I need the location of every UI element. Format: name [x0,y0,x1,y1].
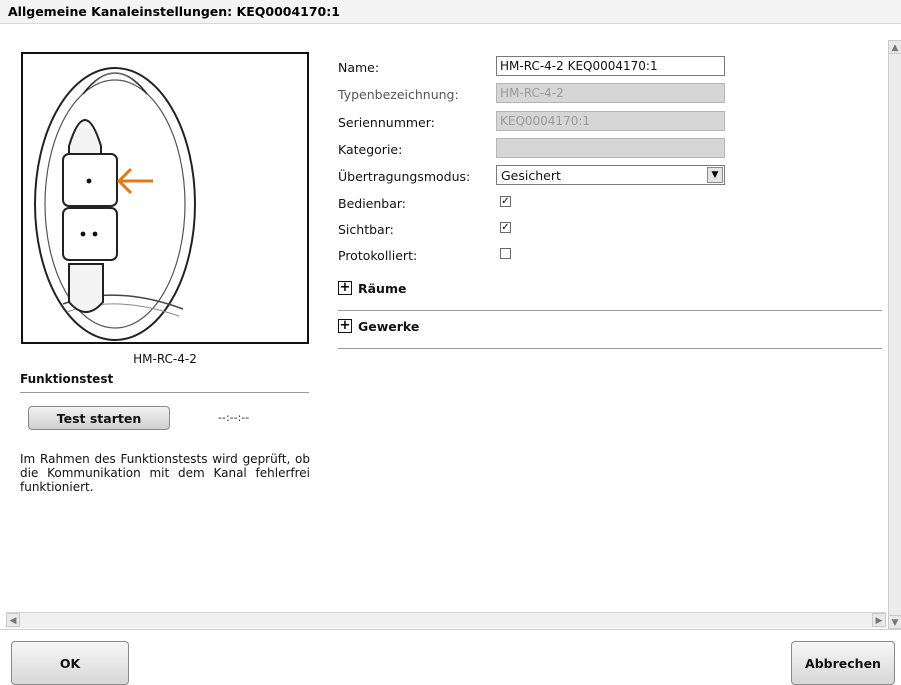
ok-button[interactable]: OK [11,641,129,685]
dialog-titlebar: Allgemeine Kanaleinstellungen: KEQ000417… [0,0,901,24]
visible-label: Sichtbar: [338,222,394,237]
name-input[interactable] [496,56,725,76]
dialog-footer: OK Abbrechen [0,629,901,685]
divider [20,392,309,393]
scroll-down-icon[interactable]: ▼ [888,615,901,629]
trades-label: Gewerke [358,319,420,334]
type-field [496,83,725,103]
rooms-expander[interactable]: + Räume [338,281,882,311]
type-label: Typenbezeichnung: [338,87,459,102]
scroll-left-icon[interactable]: ◀ [6,613,20,627]
category-label: Kategorie: [338,142,403,157]
serial-row: Seriennummer: [338,111,738,133]
dialog-title: Allgemeine Kanaleinstellungen: KEQ000417… [8,4,340,19]
cancel-button[interactable]: Abbrechen [791,641,895,685]
scroll-right-icon[interactable]: ▶ [872,613,886,627]
serial-label: Seriennummer: [338,115,435,130]
vertical-scrollbar[interactable]: ▲ ▼ [888,40,901,629]
logged-label: Protokolliert: [338,248,418,263]
category-field [496,138,725,158]
function-test-title: Funktionstest [20,372,114,386]
name-row: Name: [338,56,738,78]
category-row: Kategorie: [338,138,738,160]
operable-row: Bedienbar: ✓ [338,192,738,214]
remote-control-illustration [34,67,196,341]
plus-icon[interactable]: + [338,281,352,295]
operable-label: Bedienbar: [338,196,407,211]
scroll-up-icon[interactable]: ▲ [888,40,901,54]
operable-checkbox[interactable]: ✓ [500,196,511,207]
visible-row: Sichtbar: ✓ [338,218,738,240]
plus-icon[interactable]: + [338,319,352,333]
serial-field [496,111,725,131]
type-row: Typenbezeichnung: [338,83,738,105]
chevron-down-icon[interactable]: ▼ [707,167,723,183]
rooms-label: Räume [358,281,407,296]
transmission-select[interactable]: Gesichert ▼ [496,165,725,185]
horizontal-scrollbar[interactable]: ◀ ▶ [6,612,886,628]
trades-expander[interactable]: + Gewerke [338,319,882,349]
device-image-frame [21,52,309,344]
transmission-row: Übertragungsmodus: Gesichert ▼ [338,165,738,187]
function-test-description: Im Rahmen des Funktionstests wird geprüf… [20,452,310,494]
start-test-button[interactable]: Test starten [28,406,170,430]
name-label: Name: [338,60,380,75]
device-caption: HM-RC-4-2 [133,352,197,366]
logged-checkbox[interactable] [500,248,511,259]
test-timer: --:--:-- [218,411,250,424]
transmission-value: Gesichert [501,168,561,183]
logged-row: Protokolliert: [338,244,738,266]
visible-checkbox[interactable]: ✓ [500,222,511,233]
transmission-label: Übertragungsmodus: [338,169,471,184]
